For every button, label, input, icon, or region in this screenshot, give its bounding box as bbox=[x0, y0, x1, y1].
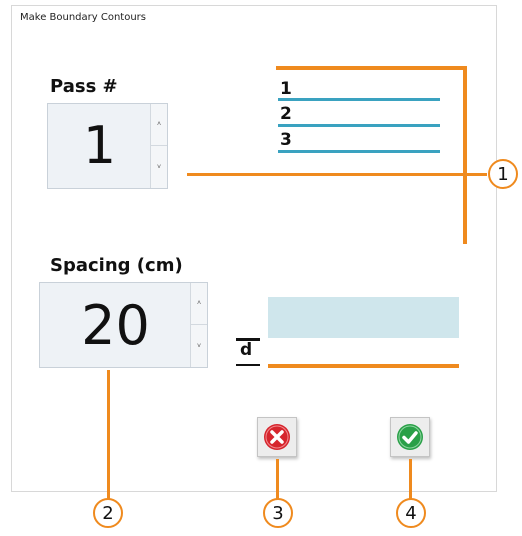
check-circle-icon bbox=[397, 424, 423, 450]
callout-1: 1 bbox=[488, 159, 518, 189]
contour-line-3 bbox=[278, 150, 440, 153]
pass-spinner[interactable]: 1 ˄ ˅ bbox=[47, 103, 168, 189]
callout-2: 2 bbox=[93, 498, 123, 528]
boundary-right-line bbox=[463, 66, 467, 244]
pass-down-button[interactable]: ˅ bbox=[151, 146, 167, 188]
spacing-up-button[interactable]: ˄ bbox=[191, 283, 207, 325]
spacing-symbol: d bbox=[240, 340, 253, 360]
window-title: Make Boundary Contours bbox=[20, 12, 146, 23]
spacing-band bbox=[268, 297, 459, 338]
callout-4: 4 bbox=[396, 498, 426, 528]
boundary-top-line bbox=[276, 66, 467, 70]
spacing-down-button[interactable]: ˅ bbox=[191, 325, 207, 367]
contour-number-3: 3 bbox=[280, 130, 292, 150]
cancel-button[interactable] bbox=[257, 417, 297, 457]
x-circle-icon bbox=[264, 424, 290, 450]
spacing-spinner[interactable]: 20 ˄ ˅ bbox=[39, 282, 208, 368]
callout-3: 3 bbox=[263, 498, 293, 528]
contour-line-1 bbox=[278, 98, 440, 101]
spacing-spinner-buttons: ˄ ˅ bbox=[190, 283, 207, 367]
boundary-bottom-line bbox=[268, 364, 459, 368]
spacing-symbol-underline bbox=[236, 364, 260, 366]
ok-button[interactable] bbox=[390, 417, 430, 457]
contour-number-2: 2 bbox=[280, 104, 292, 124]
pass-up-button[interactable]: ˄ bbox=[151, 104, 167, 146]
contour-number-1: 1 bbox=[280, 79, 292, 99]
spacing-label: Spacing (cm) bbox=[50, 255, 183, 276]
contour-line-2 bbox=[278, 124, 440, 127]
pass-spinner-buttons: ˄ ˅ bbox=[150, 104, 167, 188]
pass-value[interactable]: 1 bbox=[48, 104, 151, 188]
spacing-value[interactable]: 20 bbox=[40, 283, 191, 367]
pass-label: Pass # bbox=[50, 76, 118, 97]
callout-1-leader bbox=[187, 173, 487, 176]
callout-2-leader bbox=[107, 370, 110, 499]
callout-3-leader bbox=[276, 459, 279, 499]
callout-4-leader bbox=[409, 459, 412, 499]
